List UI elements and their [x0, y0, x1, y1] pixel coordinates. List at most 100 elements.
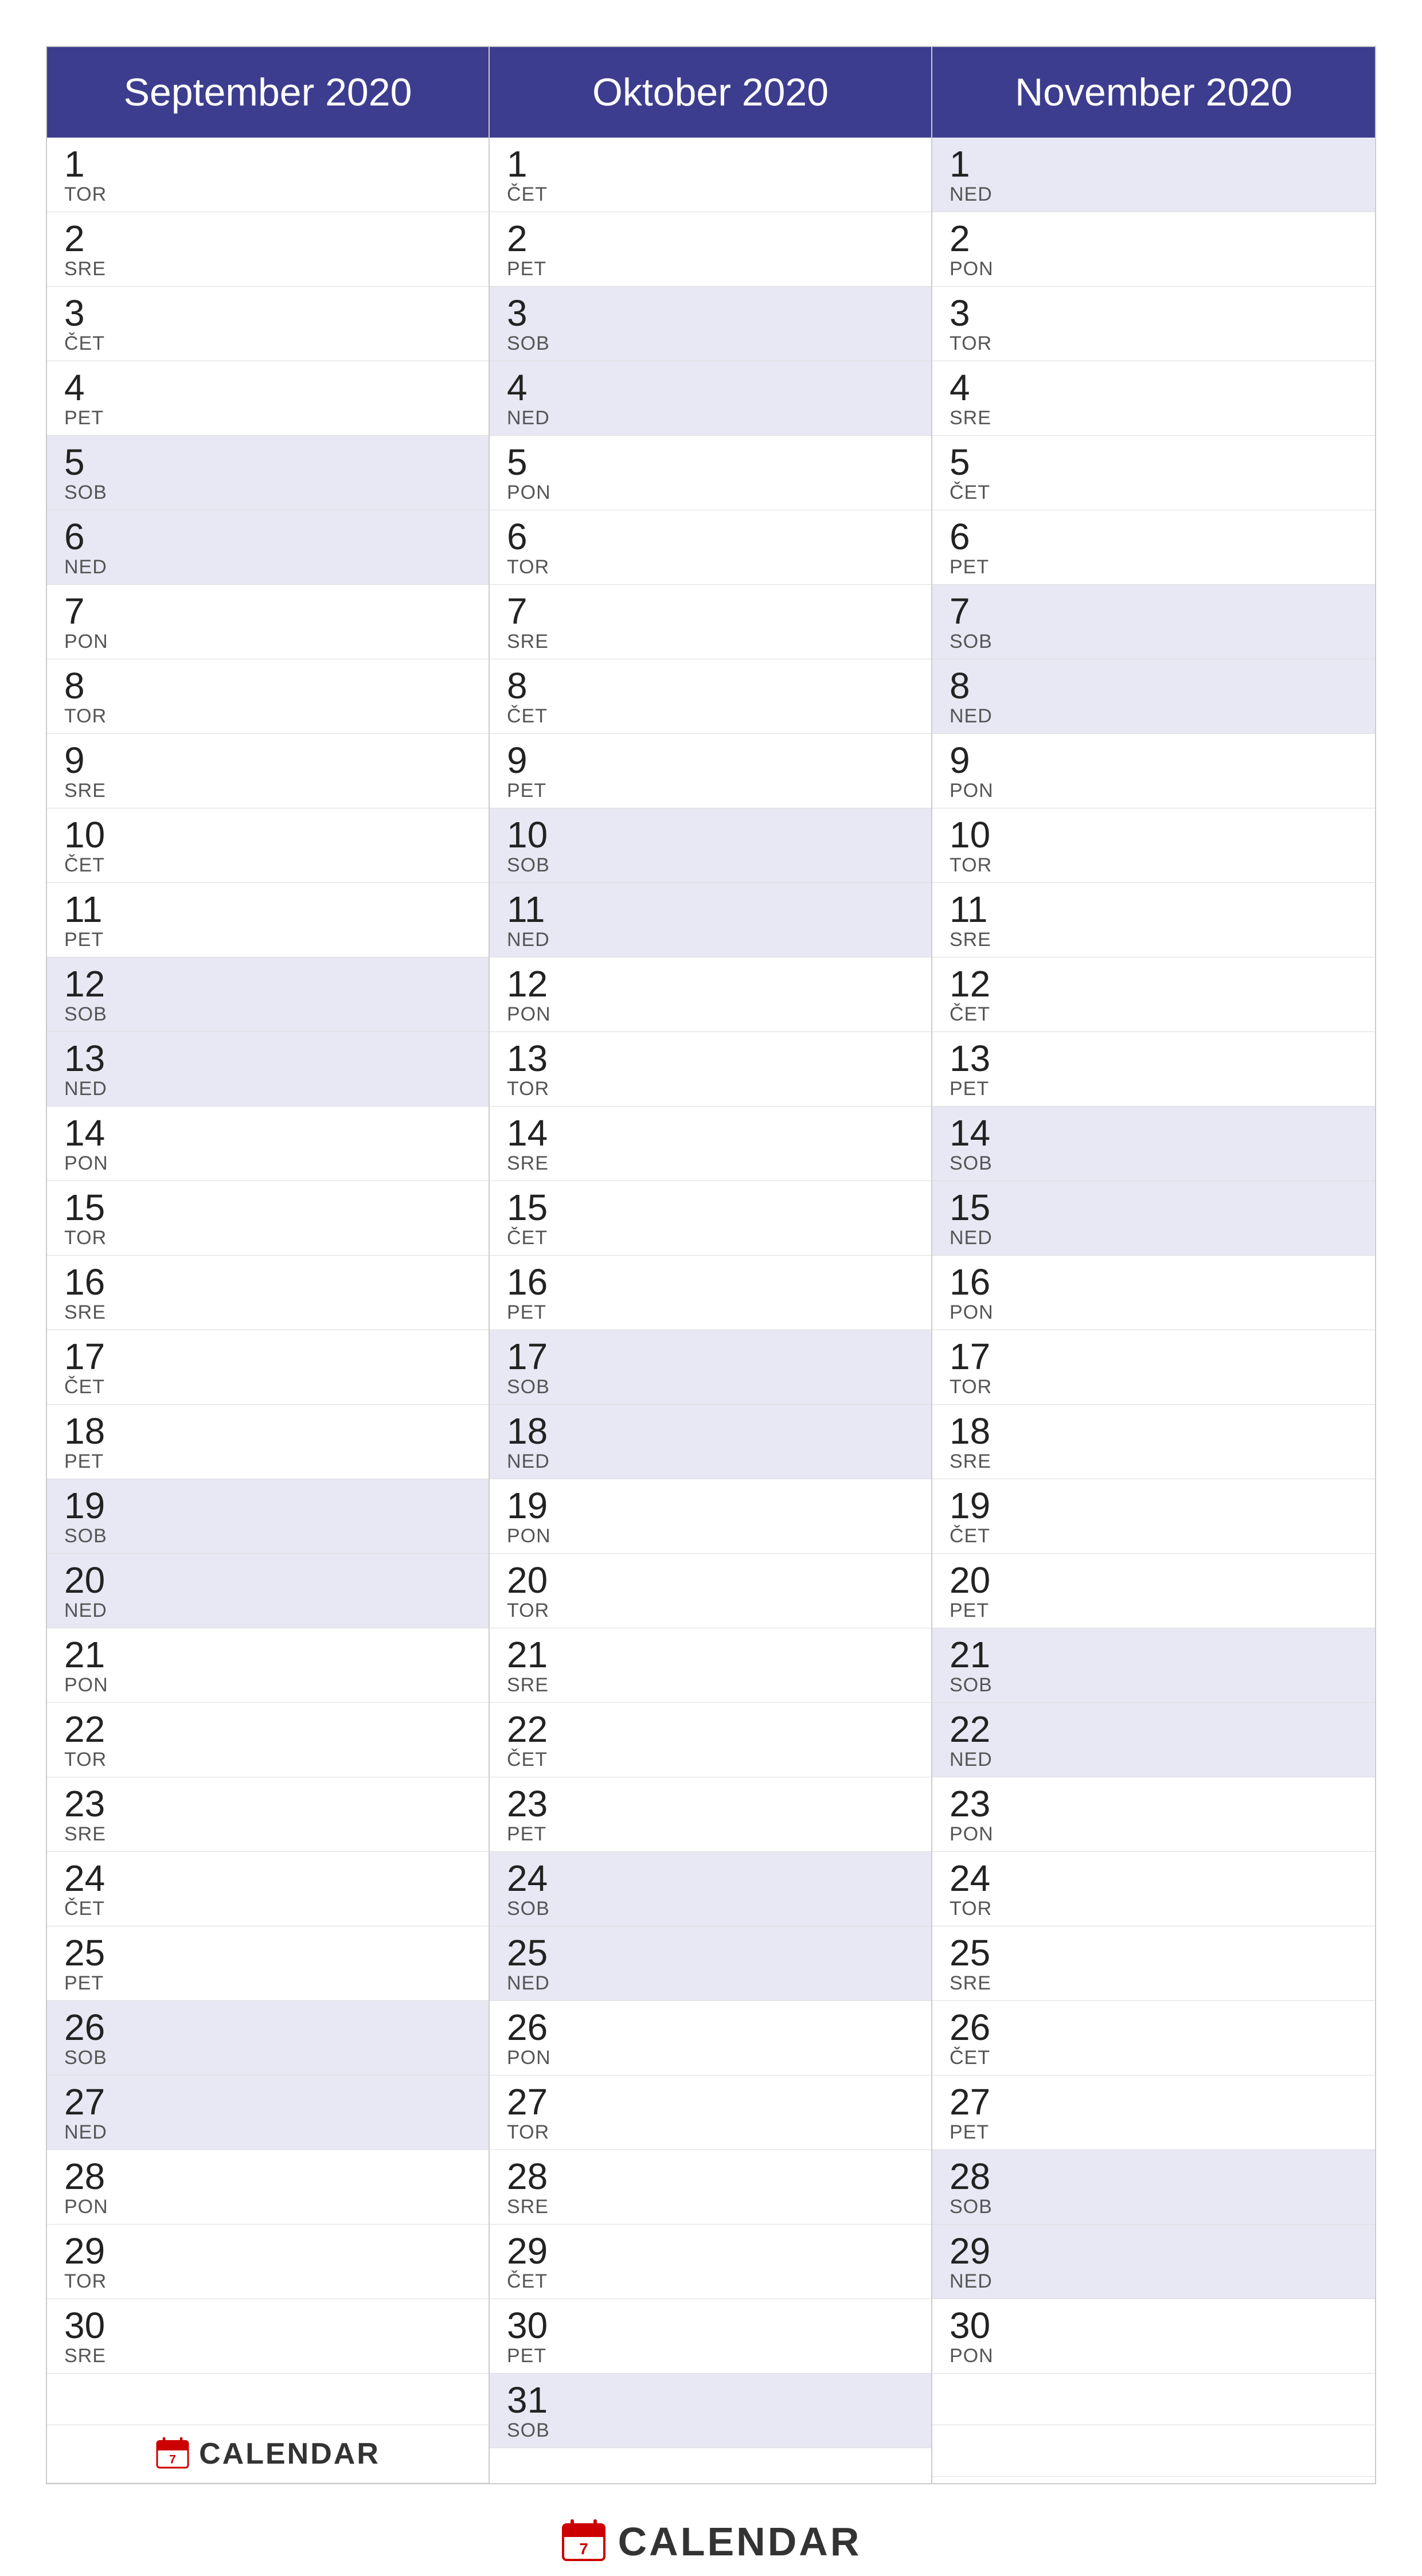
day-row: 12PON — [490, 957, 931, 1032]
day-name: PON — [64, 1152, 471, 1175]
day-row: 1ČET — [490, 138, 931, 212]
day-number: 16 — [950, 1264, 1358, 1300]
day-name: NED — [950, 1227, 1358, 1249]
day-name: PET — [64, 929, 471, 951]
month-col-2: 1NED2PON3TOR4SRE5ČET6PET7SOB8NED9PON10TO… — [932, 138, 1375, 2483]
day-number: 19 — [507, 1487, 914, 1524]
day-number: 23 — [64, 1785, 471, 1822]
day-number: 8 — [950, 667, 1358, 704]
day-name: SOB — [64, 1003, 471, 1026]
day-name: PON — [950, 258, 1358, 280]
day-name: SOB — [507, 1898, 914, 1920]
day-row: 6TOR — [490, 510, 931, 585]
day-number: 11 — [507, 891, 914, 928]
day-row: 25NED — [490, 1926, 931, 2001]
day-row: 3ČET — [47, 287, 489, 361]
day-name: TOR — [64, 705, 471, 728]
day-number: 22 — [507, 1711, 914, 1748]
day-row: 26SOB — [47, 2001, 489, 2075]
day-row: 19PON — [490, 1479, 931, 1554]
day-name: SOB — [950, 1152, 1358, 1175]
day-row: 20TOR — [490, 1554, 931, 1628]
logo-text: CALENDAR — [618, 2519, 862, 2565]
day-number: 14 — [507, 1115, 914, 1151]
day-name: PET — [950, 2121, 1358, 2144]
day-number: 1 — [507, 146, 914, 182]
day-row: 8ČET — [490, 659, 931, 734]
day-name: PON — [950, 1301, 1358, 1324]
day-number: 4 — [507, 369, 914, 406]
day-row: 13TOR — [490, 1032, 931, 1107]
day-name: PET — [507, 258, 914, 280]
day-number: 13 — [507, 1040, 914, 1077]
day-number: 19 — [64, 1487, 471, 1524]
day-row: 21PON — [47, 1628, 489, 1703]
day-row: 21SRE — [490, 1628, 931, 1703]
day-row: 10ČET — [47, 808, 489, 883]
day-name: ČET — [950, 1003, 1358, 1026]
day-name: SOB — [64, 482, 471, 504]
day-name: TOR — [507, 556, 914, 578]
day-number: 30 — [64, 2307, 471, 2344]
day-name: NED — [950, 1749, 1358, 1771]
day-row: 21SOB — [932, 1628, 1375, 1703]
day-name: PON — [64, 2196, 471, 2218]
day-name: PET — [507, 1823, 914, 1846]
day-name: SRE — [950, 407, 1358, 429]
day-name: ČET — [507, 705, 914, 728]
day-name: NED — [64, 2121, 471, 2144]
oktober-header: Oktober 2020 — [490, 47, 932, 138]
day-name: TOR — [507, 1078, 914, 1100]
day-number: 29 — [64, 2233, 471, 2269]
day-row: 14PON — [47, 1107, 489, 1181]
day-name: NED — [507, 407, 914, 429]
day-name: PON — [950, 780, 1358, 802]
day-number: 23 — [950, 1785, 1358, 1822]
day-number: 15 — [507, 1189, 914, 1226]
day-number: 5 — [64, 444, 471, 480]
day-number: 30 — [507, 2307, 914, 2344]
day-name: SRE — [950, 1972, 1358, 1995]
day-number: 6 — [64, 518, 471, 555]
day-row: 12ČET — [932, 957, 1375, 1032]
day-row: 2PON — [932, 212, 1375, 287]
september-header: September 2020 — [47, 47, 490, 138]
day-row: 5SOB — [47, 436, 489, 510]
day-number: 12 — [64, 965, 471, 1002]
day-number: 18 — [507, 1413, 914, 1449]
day-number: 7 — [950, 593, 1358, 630]
day-row: 30PON — [932, 2299, 1375, 2374]
day-row: 23PET — [490, 1777, 931, 1852]
day-name: SRE — [950, 1451, 1358, 1473]
day-number: 25 — [950, 1934, 1358, 1971]
day-number: 10 — [950, 816, 1358, 853]
day-row: 4NED — [490, 361, 931, 436]
day-number: 1 — [950, 146, 1358, 182]
day-name: ČET — [507, 183, 914, 206]
day-row: 9PET — [490, 734, 931, 808]
day-number: 9 — [507, 742, 914, 779]
day-row: 20NED — [47, 1554, 489, 1628]
day-name: NED — [507, 1972, 914, 1995]
day-name: TOR — [507, 2121, 914, 2144]
day-name: SRE — [507, 631, 914, 653]
day-number: 15 — [950, 1189, 1358, 1226]
day-name: SOB — [950, 1674, 1358, 1697]
day-number: 9 — [64, 742, 471, 779]
day-row: 24SOB — [490, 1852, 931, 1926]
day-row: 19ČET — [932, 1479, 1375, 1554]
day-row: 22NED — [932, 1703, 1375, 1777]
day-name: SOB — [950, 2196, 1358, 2218]
day-number: 28 — [507, 2158, 914, 2195]
day-number: 18 — [64, 1413, 471, 1449]
calendar-logo-icon: 7 — [561, 2519, 607, 2565]
day-name: PET — [64, 1451, 471, 1473]
day-name: NED — [950, 183, 1358, 206]
day-name: ČET — [950, 2047, 1358, 2069]
day-row: 23PON — [932, 1777, 1375, 1852]
day-number: 29 — [507, 2233, 914, 2269]
day-row: 27NED — [47, 2075, 489, 2150]
day-row: 29NED — [932, 2225, 1375, 2299]
day-row: 7SRE — [490, 585, 931, 659]
day-row: 18NED — [490, 1405, 931, 1479]
